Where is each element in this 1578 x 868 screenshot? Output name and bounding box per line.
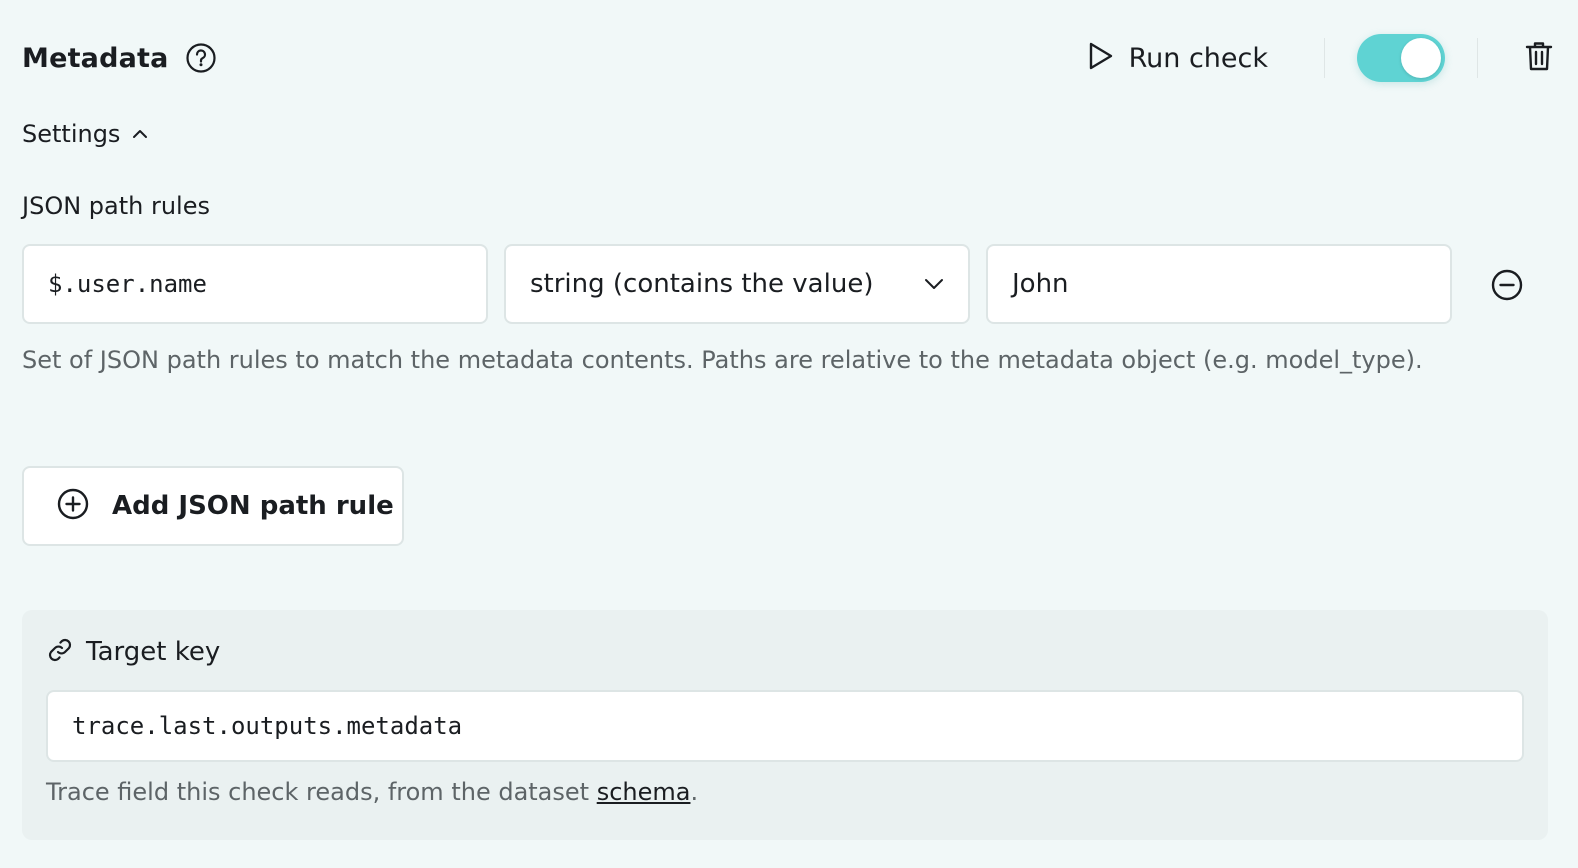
rules-helper-text: Set of JSON path rules to match the meta… xyxy=(22,346,1423,374)
schema-link[interactable]: schema xyxy=(597,778,691,806)
target-key-value: trace.last.outputs.metadata xyxy=(72,712,463,740)
chevron-down-icon xyxy=(924,275,944,294)
enabled-toggle[interactable] xyxy=(1357,34,1445,82)
rule-value: John xyxy=(1012,269,1069,299)
target-key-input[interactable]: trace.last.outputs.metadata xyxy=(46,690,1524,762)
target-helper-suffix: . xyxy=(690,778,699,806)
target-key-header: Target key xyxy=(46,636,220,668)
add-json-path-rule-button[interactable]: Add JSON path rule xyxy=(22,466,404,546)
settings-label: Settings xyxy=(22,120,121,148)
minus-circle-icon xyxy=(1490,269,1524,306)
rule-value-input[interactable]: John xyxy=(986,244,1452,324)
trash-icon xyxy=(1525,40,1553,76)
add-json-path-rule-label: Add JSON path rule xyxy=(112,491,394,521)
json-path-rules-label: JSON path rules xyxy=(22,192,210,220)
target-key-helper: Trace field this check reads, from the d… xyxy=(46,778,698,806)
help-icon[interactable] xyxy=(185,42,217,74)
delete-button[interactable] xyxy=(1522,38,1556,78)
settings-toggle[interactable]: Settings xyxy=(22,120,148,148)
match-type-value: string (contains the value) xyxy=(530,269,874,299)
plus-circle-icon xyxy=(56,487,90,525)
run-check-button[interactable]: Run check xyxy=(1087,41,1268,75)
remove-rule-button[interactable] xyxy=(1490,268,1524,302)
json-path-input[interactable]: $.user.name xyxy=(22,244,488,324)
run-check-label: Run check xyxy=(1128,42,1268,74)
target-helper-text: Trace field this check reads, from the d… xyxy=(46,778,597,806)
chevron-up-icon xyxy=(132,125,148,144)
match-type-select[interactable]: string (contains the value) xyxy=(504,244,970,324)
link-icon xyxy=(46,636,74,668)
metadata-check-panel: Metadata Run check Settings JSON path ru… xyxy=(0,0,1578,868)
json-path-value: $.user.name xyxy=(48,270,207,298)
play-icon xyxy=(1087,41,1115,75)
toggle-knob xyxy=(1401,38,1441,78)
target-key-label: Target key xyxy=(86,637,221,667)
divider xyxy=(1324,38,1325,78)
page-title: Metadata xyxy=(22,42,169,74)
target-key-card: Target key trace.last.outputs.metadata T… xyxy=(22,610,1548,840)
header: Metadata Run check xyxy=(22,30,1556,86)
divider xyxy=(1477,38,1478,78)
header-actions: Run check xyxy=(1087,30,1556,86)
